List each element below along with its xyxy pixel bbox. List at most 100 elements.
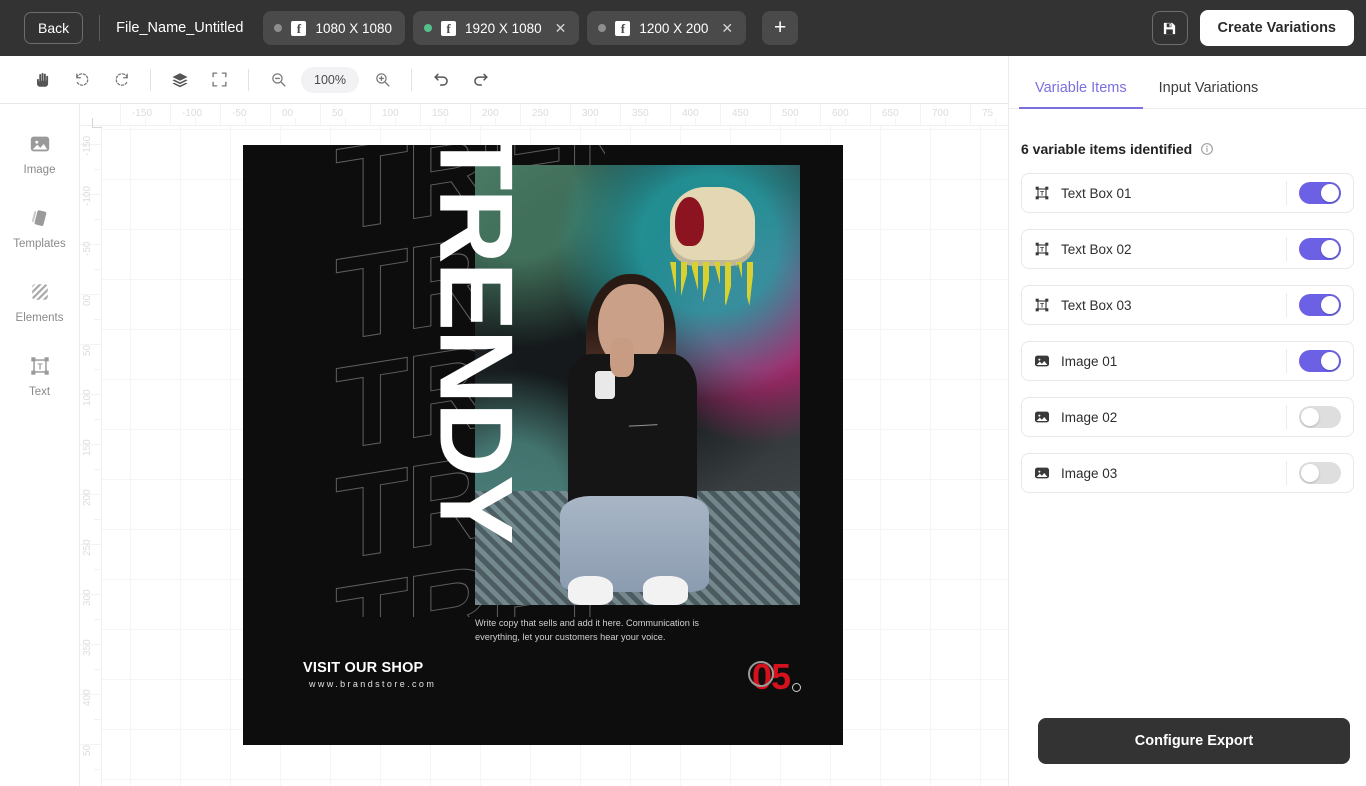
artboard[interactable]: TREND TREND TREND TREND TREND TRENDY Wri… — [243, 145, 843, 745]
ruler-gridline — [170, 104, 171, 126]
divider — [150, 68, 151, 91]
variable-item-toggle[interactable] — [1299, 350, 1341, 372]
ruler-tick-label: 00 — [82, 294, 93, 306]
variable-item-toggle[interactable] — [1299, 406, 1341, 428]
text-box-icon: T — [1034, 297, 1050, 313]
back-button-label: Back — [38, 20, 70, 36]
ruler-tick-label: 250 — [532, 108, 549, 119]
ruler-gridline — [120, 104, 121, 126]
divider — [1286, 293, 1287, 317]
top-bar: Back File_Name_Untitled f 1080 X 1080 f … — [0, 0, 1366, 56]
hand-tool-button[interactable] — [26, 63, 60, 97]
zoom-in-icon — [375, 73, 390, 87]
variable-item-text-box-03[interactable]: T Text Box 03 — [1021, 285, 1354, 325]
ruler-tick-label: 450 — [732, 108, 749, 119]
hand-tool-icon — [37, 72, 49, 87]
redo-button[interactable] — [463, 63, 497, 97]
status-dot — [274, 24, 283, 32]
variable-item-label: Image 03 — [1061, 465, 1118, 481]
ruler-gridline — [370, 104, 371, 126]
variable-item-toggle[interactable] — [1299, 238, 1341, 260]
text-box-icon: T — [1034, 241, 1050, 257]
sidebar-item-elements[interactable]: Elements — [0, 280, 79, 324]
ruler-tick-label: 650 — [882, 108, 899, 119]
ruler-tick-label: 50 — [82, 344, 93, 356]
ruler-gridline — [420, 104, 421, 126]
layers-button[interactable] — [163, 63, 197, 97]
file-name[interactable]: File_Name_Untitled — [116, 20, 243, 36]
zoom-in-button[interactable] — [365, 63, 399, 97]
variable-item-text-box-01[interactable]: T Text Box 01 — [1021, 173, 1354, 213]
headline-text[interactable]: TRENDY — [417, 145, 533, 543]
ruler-gridline — [245, 118, 246, 126]
visit-shop-block[interactable]: VISIT OUR SHOP www.brandstore.com — [303, 660, 436, 689]
configure-export-button[interactable]: Configure Export — [1038, 718, 1350, 764]
format-tab-1200x200[interactable]: f 1200 X 200 ✕ — [587, 11, 747, 45]
ruler-gridline — [945, 118, 946, 126]
variable-item-toggle[interactable] — [1299, 182, 1341, 204]
text-box-icon: T — [1034, 185, 1050, 201]
add-format-button[interactable]: + — [762, 11, 799, 45]
variable-item-image-01[interactable]: Image 01 — [1021, 341, 1354, 381]
variable-item-image-02[interactable]: Image 02 — [1021, 397, 1354, 437]
back-button[interactable]: Back — [24, 12, 84, 44]
fit-to-screen-icon — [211, 72, 227, 87]
save-button[interactable] — [1151, 11, 1188, 45]
variable-item-label: Text Box 02 — [1061, 241, 1132, 257]
redo-icon — [473, 73, 488, 86]
ruler-gridline — [94, 419, 102, 420]
zoom-out-icon — [271, 73, 286, 87]
tab-input-variations[interactable]: Input Variations — [1143, 70, 1275, 108]
ruler-gridline — [94, 319, 102, 320]
zoom-level[interactable]: 100% — [301, 66, 359, 93]
variable-item-image-03[interactable]: Image 03 — [1021, 453, 1354, 493]
variable-item-toggle[interactable] — [1299, 294, 1341, 316]
undo-button[interactable] — [424, 63, 458, 97]
graffiti-monster — [670, 187, 755, 267]
status-dot — [424, 24, 433, 32]
ruler-gridline — [645, 118, 646, 126]
top-bar-actions: Create Variations — [1151, 10, 1354, 46]
figure-shoe — [568, 576, 614, 605]
ruler-gridline — [445, 118, 446, 126]
format-tab-label: 1920 X 1080 — [465, 20, 542, 36]
toggle-knob — [1321, 184, 1339, 202]
variable-item-text-box-02[interactable]: T Text Box 02 — [1021, 229, 1354, 269]
save-disk-icon — [1163, 22, 1176, 34]
ruler-gridline — [94, 519, 102, 520]
format-tab-list: f 1080 X 1080 f 1920 X 1080 ✕ f 1200 X 2… — [263, 11, 799, 45]
close-icon[interactable]: ✕ — [721, 21, 733, 35]
create-variations-button[interactable]: Create Variations — [1199, 10, 1354, 46]
figure-shoe — [643, 576, 689, 605]
ruler-tick-label: -100 — [82, 185, 93, 206]
ruler-tick-label: 150 — [432, 108, 449, 119]
ruler-gridline — [745, 118, 746, 126]
sidebar-item-image[interactable]: Image — [0, 132, 79, 176]
ruler-gridline — [545, 118, 546, 126]
format-tab-1920x1080[interactable]: f 1920 X 1080 ✕ — [413, 11, 580, 45]
ruler-gridline — [495, 118, 496, 126]
variable-item-toggle[interactable] — [1299, 462, 1341, 484]
format-tab-1080x1080[interactable]: f 1080 X 1080 — [263, 11, 406, 45]
templates-icon — [29, 206, 51, 230]
elements-icon — [29, 280, 51, 304]
ruler-gridline — [620, 104, 621, 126]
panel-summary-text: 6 variable items identified — [1021, 141, 1193, 157]
canvas-area[interactable]: -150 -100 -50 00 50 100 150 200 250 300 350 400 450 5… — [80, 104, 1008, 786]
undo-icon — [433, 73, 448, 86]
body-copy-text[interactable]: Write copy that sells and add it here. C… — [475, 616, 725, 645]
sidebar-item-templates[interactable]: Templates — [0, 206, 79, 250]
ruler-gridline — [145, 118, 146, 126]
figure-hand — [610, 338, 635, 377]
fit-to-screen-button[interactable] — [202, 63, 236, 97]
zoom-out-button[interactable] — [261, 63, 295, 97]
close-icon[interactable]: ✕ — [555, 21, 567, 35]
rotate-right-button[interactable] — [104, 63, 138, 97]
sidebar-item-text[interactable]: T Text — [0, 354, 79, 398]
ruler-gridline — [920, 104, 921, 126]
variable-item-label: Image 02 — [1061, 409, 1118, 425]
tab-variable-items[interactable]: Variable Items — [1019, 70, 1143, 109]
info-icon[interactable] — [1200, 142, 1214, 156]
ruler-gridline — [770, 104, 771, 126]
rotate-left-button[interactable] — [65, 63, 99, 97]
